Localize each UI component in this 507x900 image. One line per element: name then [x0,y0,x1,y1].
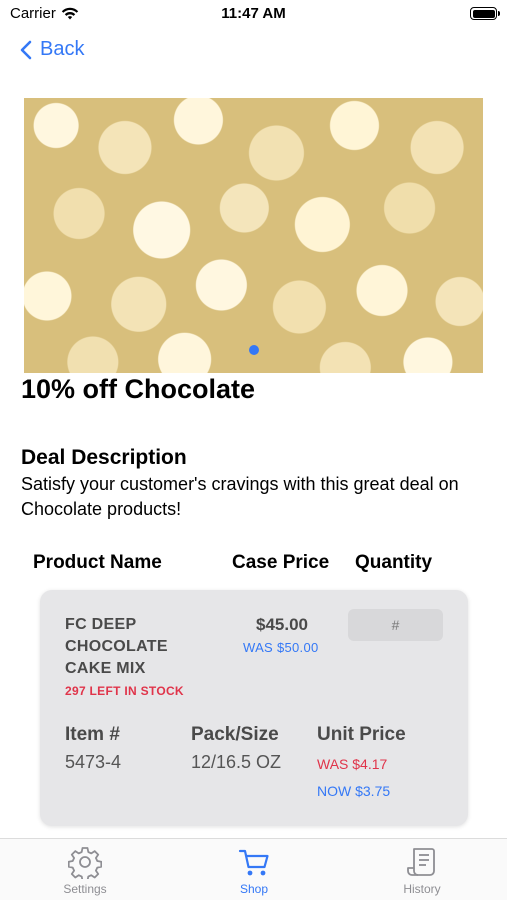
receipt-icon [407,848,435,876]
pack-size-value: 12/16.5 OZ [191,752,282,772]
product-name-header: Product Name [33,552,162,573]
case-price-header: Case Price [232,552,330,573]
status-bar: Carrier 11:47 AM [0,0,507,28]
item-number-value: 5473-4 [65,752,122,772]
item-number-label: Item # [65,724,120,745]
product-card: FC DEEP CHOCOLATE CAKE MIX 297 LEFT IN S… [40,590,468,826]
product-name: FC DEEP CHOCOLATE CAKE MIX [65,616,168,677]
case-price: $45.00 [256,615,308,634]
status-time: 11:47 AM [221,5,286,22]
deal-description: Satisfy your customer's cravings with th… [21,474,459,519]
stock-count: 297 LEFT IN STOCK [65,684,184,698]
quantity-header: Quantity [355,552,433,573]
deal-title: 10% off Chocolate [21,374,256,404]
page-indicator-dot[interactable] [249,345,259,355]
case-was-price: WAS $50.00 [243,640,319,655]
tab-bar: Settings Shop History [0,838,507,900]
back-button[interactable]: Back [20,38,84,61]
tab-shop[interactable]: Shop [204,845,304,896]
tab-settings[interactable]: Settings [35,845,135,896]
chevron-left-icon [20,40,32,59]
unit-was-price: WAS $4.17 [317,756,388,772]
gear-icon [68,847,102,879]
tab-settings-label: Settings [63,882,107,896]
tab-history-label: History [403,882,441,896]
tab-shop-label: Shop [239,882,269,896]
battery-icon [470,7,500,20]
cart-icon [238,849,269,876]
deal-image-carousel[interactable] [24,98,483,373]
tab-history[interactable]: History [372,845,472,896]
quantity-input[interactable] [348,609,443,641]
unit-now-price: NOW $3.75 [317,783,391,799]
unit-price-label: Unit Price [317,724,406,745]
back-label: Back [40,38,85,60]
pack-size-label: Pack/Size [191,724,279,745]
deal-description-heading: Deal Description [21,446,187,469]
